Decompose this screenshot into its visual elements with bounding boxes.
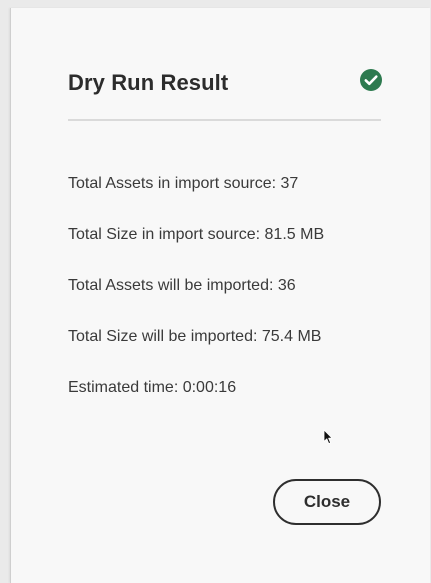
line-value: 0:00:16: [182, 379, 237, 396]
line-label: Total Assets in import source:: [68, 175, 281, 192]
line-value: 81.5 MB: [264, 226, 325, 243]
line-label: Total Size will be imported:: [68, 328, 262, 345]
line-label: Total Size in import source:: [68, 226, 265, 243]
dialog-body: Total Assets in import source: 37 Total …: [68, 174, 398, 429]
line-label: Total Assets will be imported:: [68, 277, 278, 294]
line-value: 36: [277, 277, 296, 294]
line-value: 37: [280, 175, 299, 192]
line-value: 75.4 MB: [261, 328, 322, 345]
dialog-header: Dry Run Result: [68, 68, 382, 104]
header-divider: [68, 119, 381, 121]
dry-run-result-dialog: Dry Run Result Total Assets in import so…: [10, 8, 430, 583]
line-label: Estimated time:: [68, 379, 183, 396]
total-assets-source-line: Total Assets in import source: 37: [68, 174, 398, 194]
dialog-title: Dry Run Result: [68, 70, 229, 95]
estimated-time-line: Estimated time: 0:00:16: [68, 378, 398, 398]
close-button[interactable]: Close: [273, 479, 381, 525]
total-assets-imported-line: Total Assets will be imported: 36: [68, 276, 398, 296]
mouse-pointer-icon: [323, 429, 333, 444]
screen-background: Dry Run Result Total Assets in import so…: [0, 0, 431, 583]
total-size-source-line: Total Size in import source: 81.5 MB: [68, 225, 398, 245]
check-circle-icon: [360, 69, 382, 91]
total-size-imported-line: Total Size will be imported: 75.4 MB: [68, 327, 398, 347]
